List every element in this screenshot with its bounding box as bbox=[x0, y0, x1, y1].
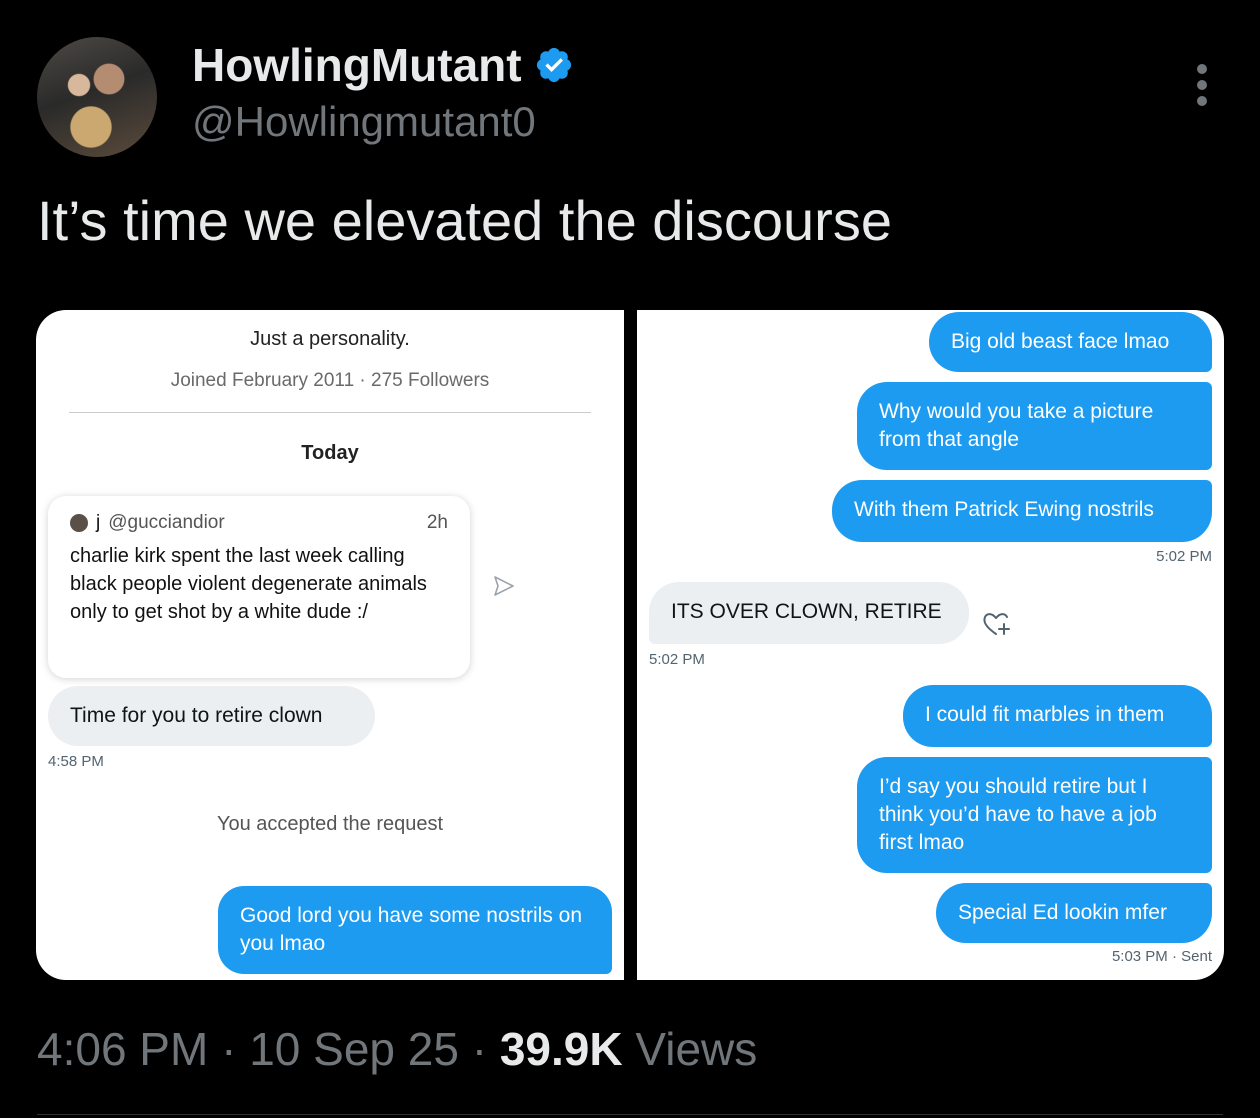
tweet-media[interactable]: Just a personality. Joined February 2011… bbox=[36, 310, 1224, 980]
author-name-row[interactable]: HowlingMutant bbox=[192, 38, 574, 92]
profile-joined: Joined February 2011 · 275 Followers bbox=[170, 370, 490, 391]
request-accepted-notice: You accepted the request bbox=[216, 813, 444, 835]
shared-post-time: 2h bbox=[426, 512, 448, 533]
meta-separator: · bbox=[221, 1023, 237, 1075]
shared-post-name: j bbox=[96, 512, 101, 533]
share-arrow-icon bbox=[494, 576, 514, 596]
sent-message-bubble: Why would you take a picture from that a… bbox=[857, 382, 1212, 470]
sent-message-time: 5:02 PM bbox=[1156, 548, 1212, 565]
sent-message-bubble: Special Ed lookin mfer bbox=[936, 883, 1212, 943]
received-message-time: 4:58 PM bbox=[48, 753, 104, 770]
shared-post-avatar bbox=[70, 514, 88, 532]
sent-message-status: 5:03 PM · Sent bbox=[1111, 948, 1212, 965]
author-handle[interactable]: @Howlingmutant0 bbox=[192, 98, 536, 146]
shared-post-card: j @gucciandior 2h charlie kirk spent the… bbox=[48, 496, 470, 678]
views-count[interactable]: 39.9K bbox=[500, 1023, 623, 1075]
more-options-icon[interactable] bbox=[1192, 64, 1212, 106]
add-reaction-heart-icon[interactable] bbox=[981, 610, 1013, 638]
meta-separator: · bbox=[471, 1023, 488, 1075]
media-image-right[interactable]: Big old beast face lmao Why would you ta… bbox=[637, 310, 1224, 980]
author-display-name[interactable]: HowlingMutant bbox=[192, 38, 522, 92]
tweet-meta: 4:06 PM · 10 Sep 25 · 39.9K Views bbox=[37, 1022, 757, 1076]
tweet-time[interactable]: 4:06 PM bbox=[37, 1023, 208, 1075]
media-gap bbox=[624, 310, 637, 980]
tweet-text: It’s time we elevated the discourse bbox=[37, 189, 892, 252]
received-message-time: 5:02 PM bbox=[649, 651, 705, 668]
sent-message-bubble: I’d say you should retire but I think yo… bbox=[857, 757, 1212, 873]
sent-message-bubble: I could fit marbles in them bbox=[903, 685, 1212, 747]
tweet-date[interactable]: 10 Sep 25 bbox=[249, 1023, 459, 1075]
media-image-left[interactable]: Just a personality. Joined February 2011… bbox=[36, 310, 624, 980]
shared-post-text: charlie kirk spent the last week calling… bbox=[70, 545, 427, 623]
author-avatar[interactable] bbox=[37, 37, 157, 157]
sent-message-bubble: With them Patrick Ewing nostrils bbox=[832, 480, 1212, 542]
received-message-bubble: Time for you to retire clown bbox=[48, 686, 375, 746]
shared-post-handle: @gucciandior bbox=[108, 512, 225, 533]
day-label: Today bbox=[301, 442, 359, 464]
divider bbox=[37, 1114, 1223, 1115]
views-label: Views bbox=[635, 1023, 758, 1075]
divider bbox=[69, 412, 591, 413]
verified-badge-icon bbox=[536, 47, 571, 83]
sent-message-bubble: Big old beast face lmao bbox=[929, 312, 1212, 372]
profile-bio: Just a personality. bbox=[250, 328, 410, 350]
sent-message-bubble: Good lord you have some nostrils on you … bbox=[218, 886, 612, 974]
received-message-bubble: ITS OVER CLOWN, RETIRE bbox=[649, 582, 969, 644]
